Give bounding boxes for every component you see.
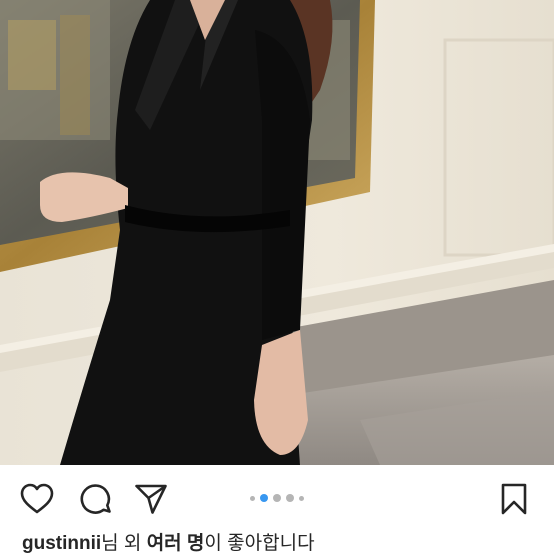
comment-button[interactable] <box>78 481 114 517</box>
likes-summary: gustinnii님 외 여러 명이 좋아합니다 <box>22 534 315 554</box>
carousel-dot <box>250 495 255 501</box>
carousel-dot <box>299 495 304 501</box>
liker-username[interactable]: gustinnii <box>22 533 101 554</box>
post-photo-image <box>0 0 554 465</box>
like-button[interactable] <box>19 481 55 517</box>
likes-text-1: 님 외 <box>101 533 147 554</box>
carousel-dot <box>286 494 294 502</box>
post-photo[interactable] <box>0 0 554 465</box>
carousel-dot <box>273 494 281 502</box>
post-action-bar <box>0 465 554 533</box>
heart-icon <box>20 483 54 514</box>
likes-text-2: 이 좋아합니다 <box>204 533 315 554</box>
bookmark-icon <box>501 483 527 515</box>
paper-plane-icon <box>135 484 167 514</box>
instagram-post: gustinnii님 외 여러 명이 좋아합니다 <box>0 0 554 554</box>
comment-icon <box>80 484 111 514</box>
carousel-dot-active <box>260 494 268 502</box>
likes-others-link[interactable]: 여러 명 <box>147 533 205 554</box>
share-button[interactable] <box>133 481 169 517</box>
save-button[interactable] <box>496 481 532 517</box>
